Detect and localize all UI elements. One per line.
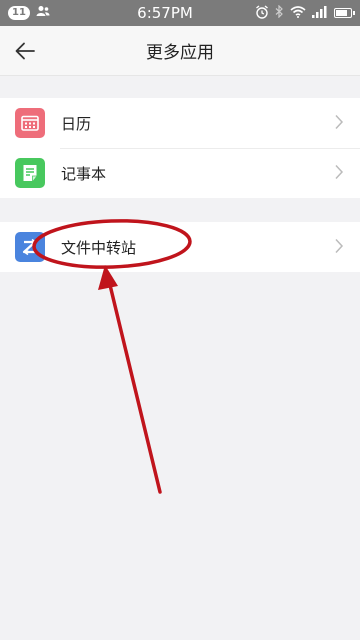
contacts-icon (36, 5, 50, 21)
status-bar: 11 6:57PM (0, 0, 360, 26)
app-list-group: 文件中转站 (0, 222, 360, 272)
list-item-label: 记事本 (61, 164, 107, 183)
notepad-icon (15, 158, 45, 188)
page-title: 更多应用 (146, 43, 214, 63)
status-right (202, 4, 355, 22)
file-transfer-icon (15, 232, 45, 262)
bluetooth-icon (275, 4, 284, 21)
signal-icon (312, 5, 328, 21)
chevron-right-icon (334, 164, 344, 184)
list-item-file-transfer[interactable]: 文件中转站 (0, 222, 360, 272)
chevron-right-icon (334, 238, 344, 258)
annotation-arrow-shaft (108, 283, 162, 494)
back-button[interactable] (10, 36, 40, 66)
app-list-group: 日历 记事本 (0, 98, 360, 198)
battery-icon (334, 8, 355, 18)
status-time: 6:57PM (137, 4, 193, 22)
list-item-calendar[interactable]: 日历 (0, 98, 360, 148)
status-left: 11 (8, 5, 128, 21)
back-arrow-icon (15, 42, 35, 60)
wifi-icon (290, 5, 306, 21)
alarm-icon (255, 4, 269, 22)
calendar-icon (15, 108, 45, 138)
list-item-label: 文件中转站 (61, 238, 137, 257)
list-item-label: 日历 (61, 114, 92, 133)
list-item-notepad[interactable]: 记事本 (0, 148, 360, 198)
annotation-overlay (32, 219, 192, 494)
notification-count-badge: 11 (8, 6, 30, 20)
chevron-right-icon (334, 114, 344, 134)
header-bar: 更多应用 (0, 26, 360, 76)
